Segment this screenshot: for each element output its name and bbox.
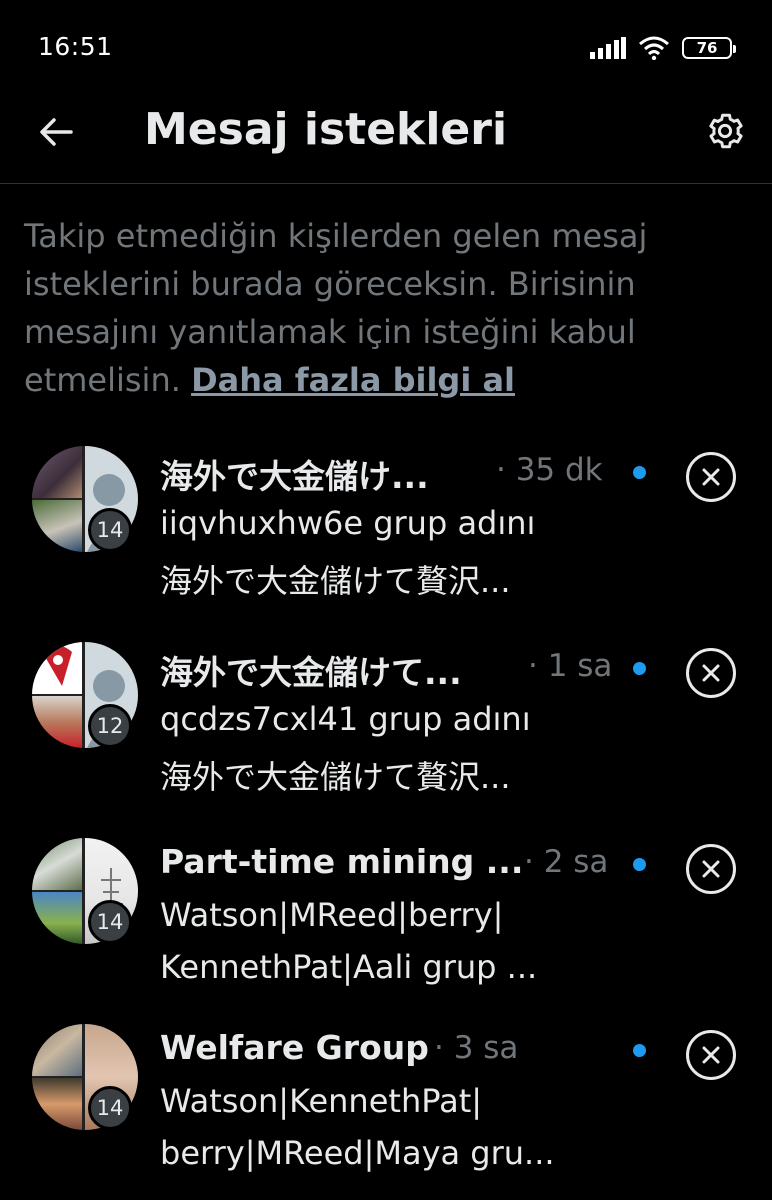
- page-title: Mesaj istekleri: [144, 104, 508, 155]
- unread-dot: [633, 466, 646, 479]
- request-name: 海外で大金儲けて...: [160, 653, 462, 692]
- avatar-photo: [32, 1024, 82, 1076]
- member-count-badge: 14: [88, 900, 132, 944]
- intro-text: Takip etmediğin kişilerden gelen mesaj i…: [24, 212, 744, 404]
- back-button[interactable]: [34, 110, 78, 154]
- request-time: · 2 sa: [524, 844, 609, 880]
- close-icon: [702, 664, 720, 682]
- avatar-photo: [32, 696, 82, 748]
- wifi-icon: [639, 36, 669, 60]
- request-time: · 3 sa: [434, 1030, 519, 1066]
- member-count-badge: 14: [88, 508, 132, 552]
- request-time: · 35 dk: [496, 452, 603, 488]
- preview-line: Watson|KennethPat|: [160, 1082, 483, 1120]
- preview-line: qcdzs7cxl41 grup adını: [160, 700, 531, 738]
- avatar-photo: [32, 838, 82, 890]
- close-icon: [702, 468, 720, 486]
- avatar-photo: [32, 1078, 82, 1130]
- preview-line: 海外で大金儲けて贅沢...: [160, 562, 511, 600]
- learn-more-link[interactable]: Daha fazla bilgi al: [191, 361, 515, 399]
- request-time: · 1 sa: [528, 648, 613, 684]
- request-name: Welfare Group: [160, 1028, 429, 1067]
- preview-line: KennethPat|Aali grup ...: [160, 948, 538, 986]
- message-request[interactable]: 14 Welfare Group · 3 sa Watson|KennethPa…: [0, 1024, 772, 1200]
- avatar-photo: [32, 642, 82, 694]
- dismiss-button[interactable]: [686, 1030, 736, 1080]
- member-count-badge: 12: [88, 704, 132, 748]
- avatar-photo: [32, 446, 82, 498]
- preview-line: 海外で大金儲けて贅沢...: [160, 758, 511, 796]
- unread-dot: [633, 1044, 646, 1057]
- back-arrow-icon: [40, 118, 73, 146]
- header: Mesaj istekleri: [0, 90, 772, 184]
- status-bar: 16:51 76: [0, 0, 772, 90]
- message-request[interactable]: 14 Part-time mining ... · 2 sa Watson|MR…: [0, 838, 772, 1028]
- unread-dot: [633, 858, 646, 871]
- close-icon: [702, 860, 720, 878]
- dismiss-button[interactable]: [686, 452, 736, 502]
- preview-line: berry|MReed|Maya gru...: [160, 1134, 555, 1172]
- avatar-photo: [32, 892, 82, 944]
- dismiss-button[interactable]: [686, 844, 736, 894]
- status-time: 16:51: [38, 32, 113, 61]
- battery-icon: 76: [682, 37, 736, 59]
- request-name: Part-time mining ...: [160, 842, 524, 881]
- signal-icon: [590, 37, 626, 59]
- avatar-photo: [32, 500, 82, 552]
- dismiss-button[interactable]: [686, 648, 736, 698]
- close-icon: [702, 1046, 720, 1064]
- preview-line: Watson|MReed|berry|: [160, 896, 504, 934]
- message-request[interactable]: 14 海外で大金儲け... · 35 dk iiqvhuxhw6e grup a…: [0, 446, 772, 636]
- member-count-badge: 14: [88, 1086, 132, 1130]
- status-icons: 76: [590, 34, 736, 62]
- battery-level: 76: [696, 39, 718, 57]
- message-request[interactable]: 12 海外で大金儲けて... · 1 sa qcdzs7cxl41 grup a…: [0, 642, 772, 832]
- preview-line: iiqvhuxhw6e grup adını: [160, 504, 536, 542]
- request-name: 海外で大金儲け...: [160, 457, 429, 496]
- gear-icon: [709, 113, 743, 149]
- settings-button[interactable]: [702, 108, 748, 154]
- unread-dot: [633, 662, 646, 675]
